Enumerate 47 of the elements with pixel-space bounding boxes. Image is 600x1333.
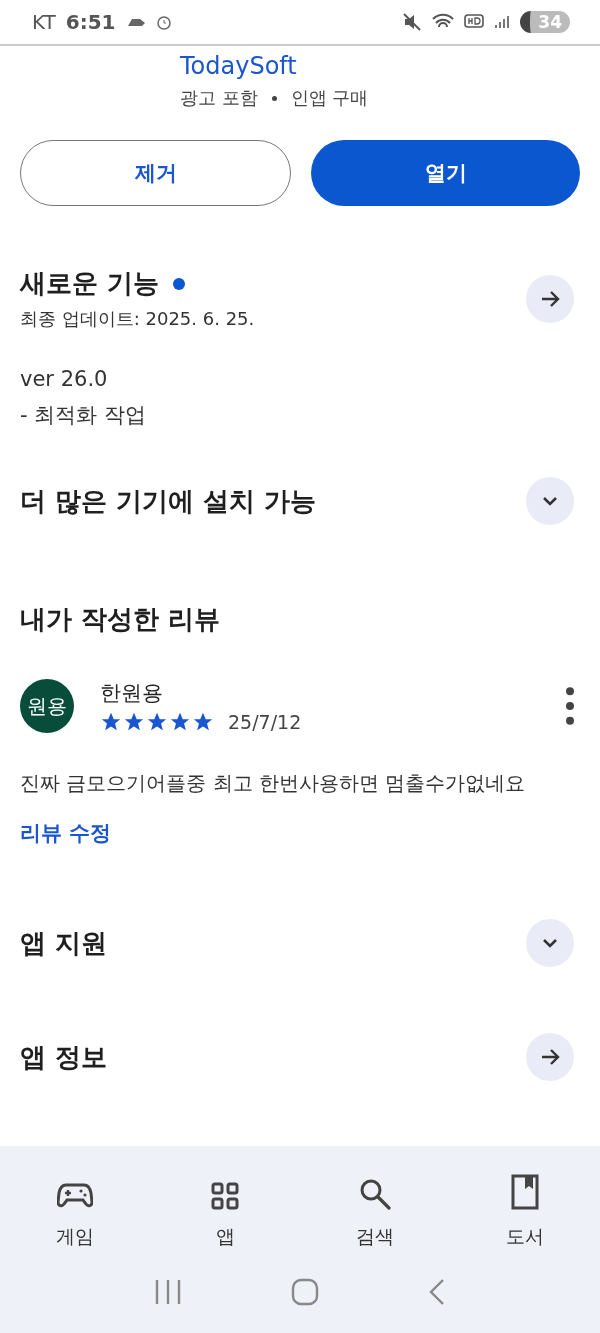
nav-tab[interactable]: 도서 <box>450 1164 600 1250</box>
avatar: 원용 <box>20 679 74 733</box>
open-button[interactable]: 열기 <box>311 140 580 206</box>
app-tag: 광고 포함 <box>180 86 258 110</box>
star-icon <box>169 711 191 733</box>
mute-icon <box>402 12 423 32</box>
alarm-icon <box>155 14 172 30</box>
edit-review-link[interactable]: 리뷰 수정 <box>20 821 112 845</box>
release-note: ver 26.0 <box>19 366 109 393</box>
signal-icon <box>494 14 511 30</box>
expand-button[interactable] <box>526 477 574 525</box>
recent-apps-icon[interactable] <box>154 1278 183 1305</box>
uninstall-button[interactable]: 제거 <box>20 140 291 206</box>
nav-tab[interactable]: 게임 <box>0 1164 150 1250</box>
section-title: 더 많은 기기에 설치 가능 <box>20 484 317 518</box>
star-icon <box>123 711 145 733</box>
apps-grid-icon <box>211 1182 239 1210</box>
book-icon <box>511 1174 539 1210</box>
back-icon[interactable] <box>427 1277 446 1306</box>
release-note: - 최적화 작업 <box>19 402 147 429</box>
cloud-icon <box>125 16 146 28</box>
section-title: 앱 지원 <box>20 926 108 960</box>
carrier-label: KT <box>32 10 56 34</box>
battery-indicator: 34 <box>520 11 570 33</box>
star-icon <box>192 711 214 733</box>
section-title: 새로운 기능 <box>20 267 160 300</box>
home-icon[interactable] <box>291 1277 319 1306</box>
section-title: 앱 정보 <box>20 1040 108 1074</box>
star-icon <box>100 711 122 733</box>
review-date: 25/7/12 <box>228 711 302 733</box>
arrow-button[interactable] <box>526 1033 574 1081</box>
section-title: 내가 작성한 리뷰 <box>20 602 221 636</box>
update-date: 최종 업데이트: 2025. 6. 25. <box>20 307 256 331</box>
app-tag: 인앱 구매 <box>290 86 369 110</box>
hd-icon <box>464 13 485 31</box>
review-text: 진짜 금모으기어플중 최고 한번사용하면 멈출수가없네요 <box>19 770 527 797</box>
expand-button[interactable] <box>526 919 574 967</box>
separator-dot <box>271 95 277 101</box>
nav-tab[interactable]: 앱 <box>150 1164 300 1250</box>
arrow-button[interactable] <box>526 274 574 323</box>
gamepad-icon <box>57 1182 93 1210</box>
nav-tab[interactable]: 검색 <box>300 1164 450 1250</box>
developer-link[interactable]: TodaySoft <box>180 52 600 80</box>
clock: 6:51 <box>65 10 116 34</box>
star-icon <box>146 711 168 733</box>
search-icon <box>359 1178 391 1210</box>
reviewer-name: 한원용 <box>100 680 164 707</box>
